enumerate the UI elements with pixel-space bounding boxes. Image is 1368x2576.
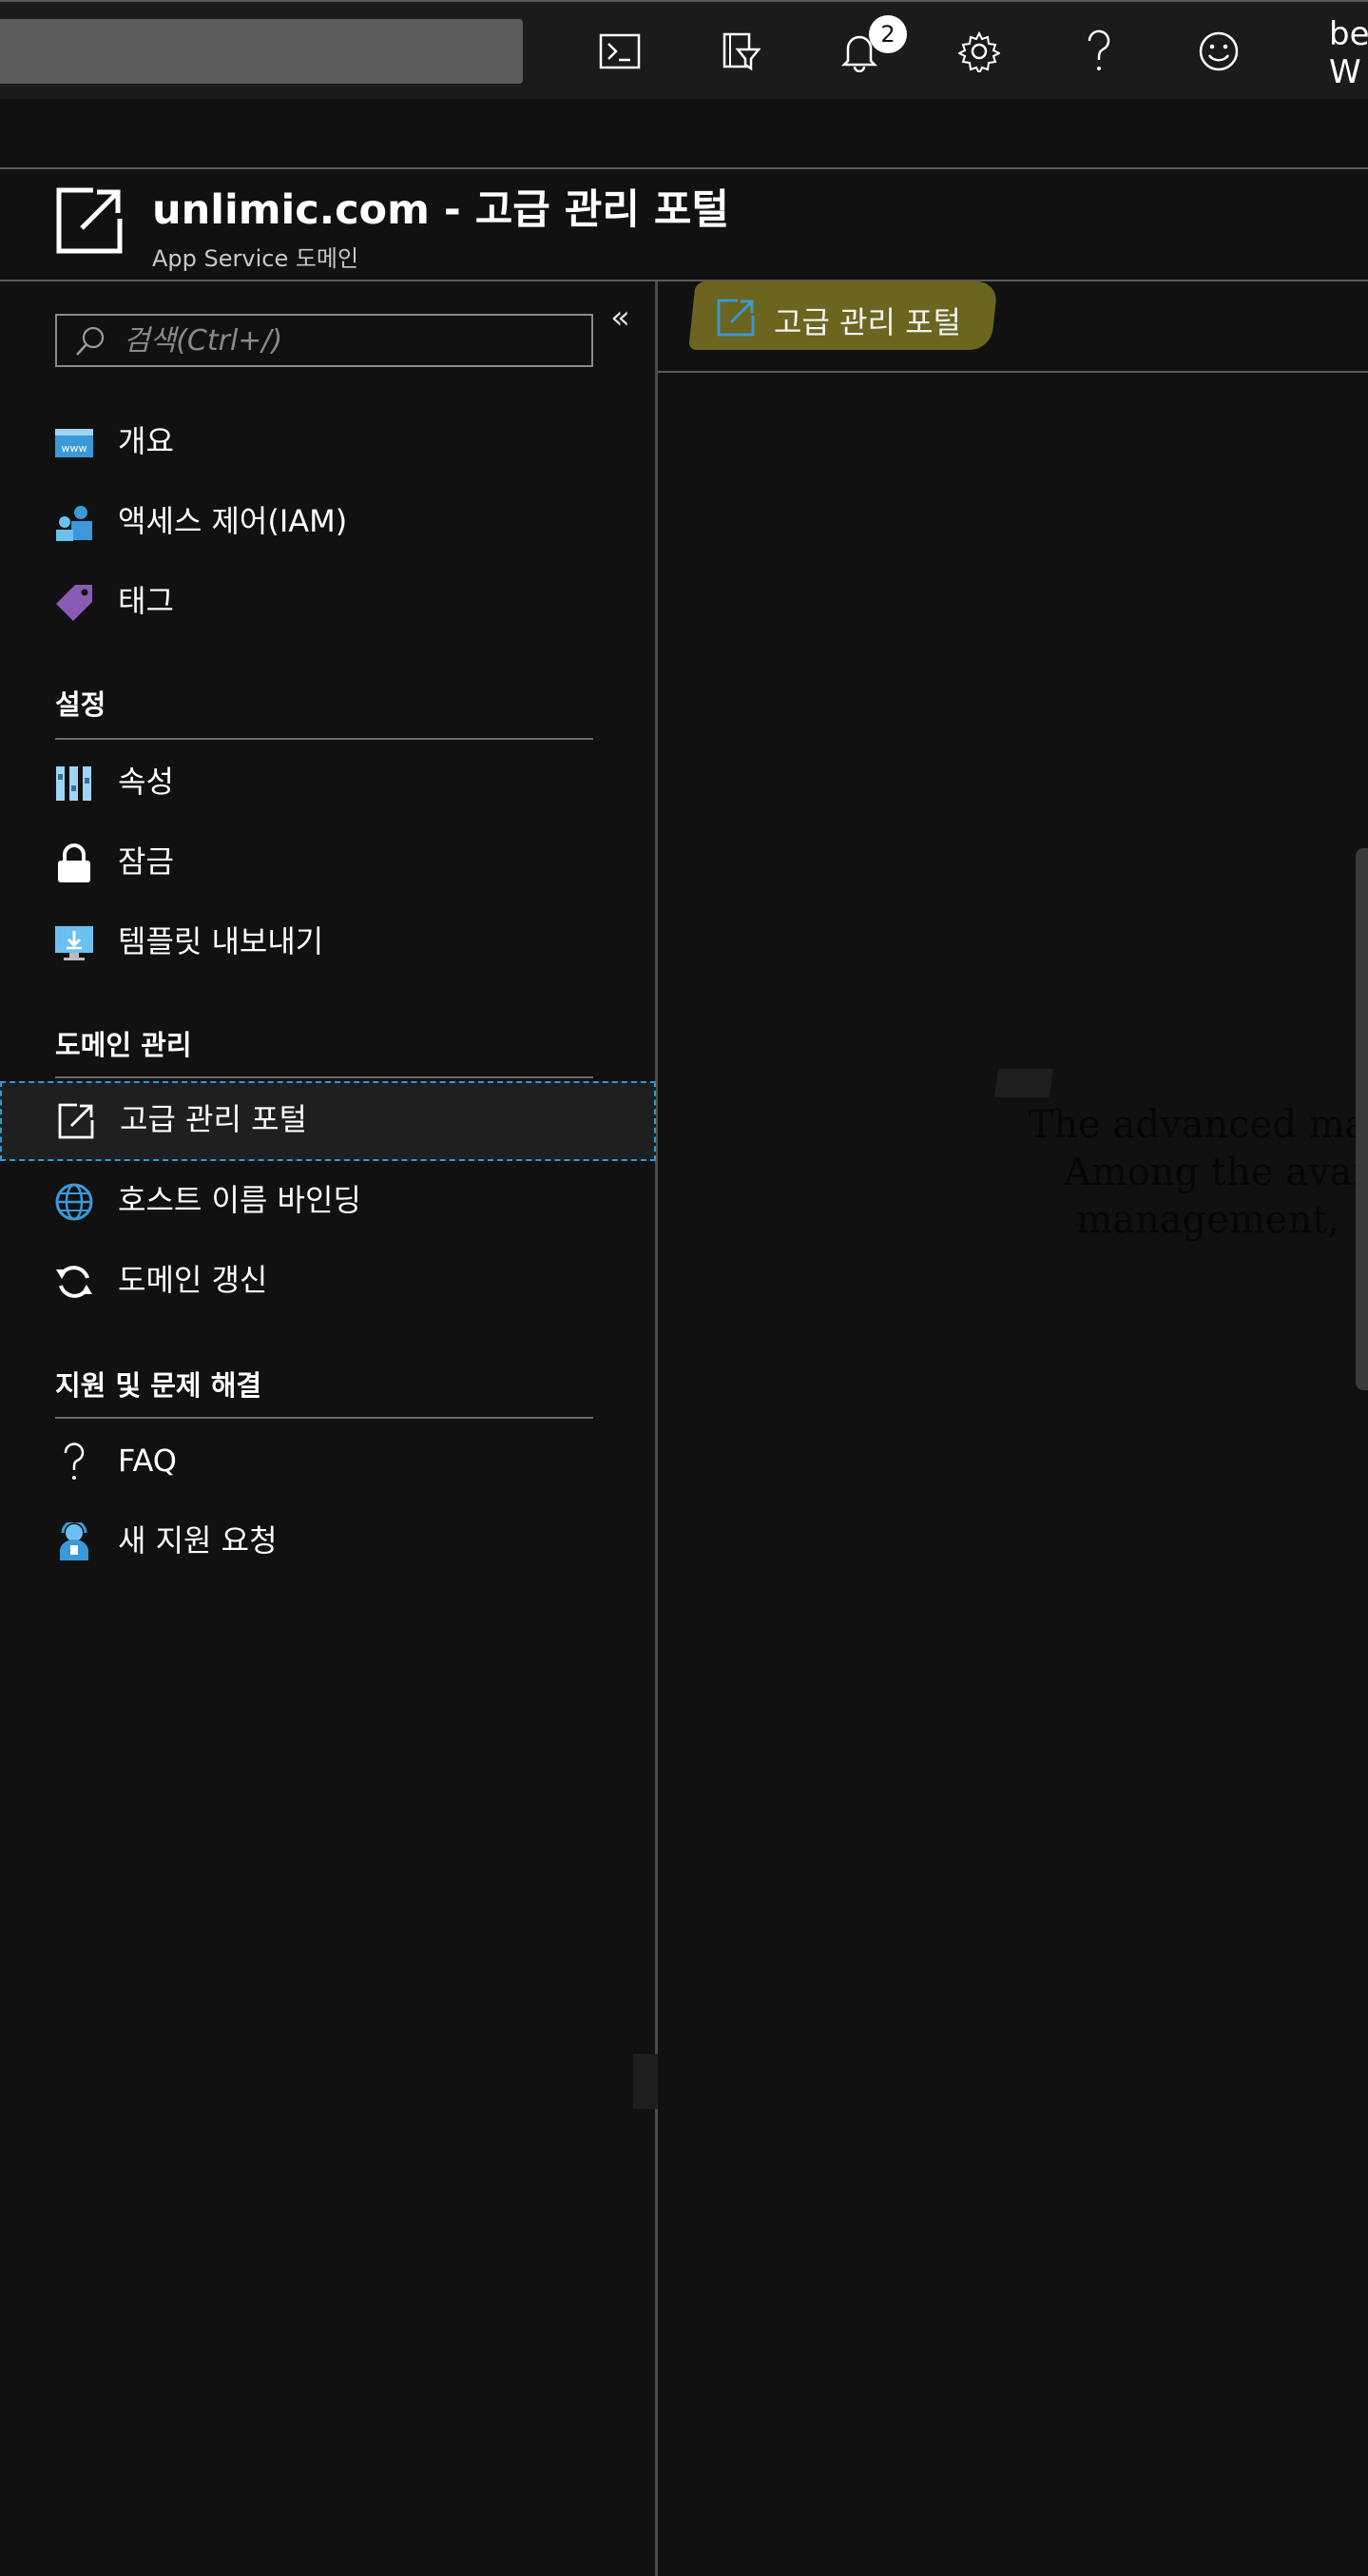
message-line: management, [1076, 1198, 1339, 1242]
menu-item-label: 태그 [118, 583, 174, 619]
section-divider [55, 738, 593, 740]
menu-item-faq[interactable]: FAQ [0, 1423, 656, 1499]
menu-item-label: 템플릿 내보내기 [118, 923, 324, 959]
menu-item-label: FAQ [118, 1443, 177, 1479]
menu-item-label: 액세스 제어(IAM) [118, 503, 348, 539]
section-settings-heading: 설정 [55, 688, 106, 721]
menu-item-tags[interactable]: 태그 [0, 563, 656, 639]
question-icon [53, 1442, 95, 1483]
menu-item-overview[interactable]: www 개요 [0, 403, 656, 479]
menu-item-new-support-request[interactable]: 새 지원 요청 [0, 1502, 656, 1579]
notification-count-badge: 2 [869, 15, 907, 53]
menu-item-domain-renewal[interactable]: 도메인 갱신 [0, 1242, 656, 1318]
section-divider [55, 1076, 593, 1078]
svg-text:www: www [62, 442, 87, 455]
external-link-icon [55, 186, 124, 259]
dialog-edge [1356, 848, 1368, 1390]
toolbar-button-label: 고급 관리 포털 [774, 304, 961, 340]
top-bar: 2 be W [0, 0, 1368, 99]
user-account-name[interactable]: be W [1329, 15, 1368, 91]
menu-item-label: 새 지원 요청 [118, 1522, 278, 1559]
page-title: unlimic.com - 고급 관리 포털 [152, 186, 729, 234]
section-domain-heading: 도메인 관리 [55, 1029, 192, 1061]
external-link-icon [55, 1100, 97, 1142]
splitter-handle[interactable] [633, 2054, 658, 2109]
section-divider [55, 1417, 593, 1419]
menu-item-locks[interactable]: 잠금 [0, 823, 656, 900]
menu-item-hostname-bindings[interactable]: 호스트 이름 바인딩 [0, 1162, 656, 1238]
menu-item-label: 개요 [118, 423, 174, 459]
help-question-icon[interactable] [1061, 19, 1137, 84]
settings-gear-icon[interactable] [941, 19, 1017, 84]
cloud-shell-icon[interactable] [582, 19, 658, 84]
message-line: The advanced management p [1028, 1103, 1368, 1147]
people-iam-icon [53, 502, 95, 544]
menu-item-label: 잠금 [118, 843, 174, 880]
globe-icon [53, 1181, 95, 1223]
directory-filter-icon[interactable] [702, 19, 778, 84]
toolbar-divider [658, 371, 1368, 373]
external-link-icon [717, 299, 755, 340]
menu-item-label: 고급 관리 포털 [120, 1101, 307, 1137]
page-subtitle: App Service 도메인 [152, 245, 359, 272]
refresh-icon [53, 1261, 95, 1303]
advanced-portal-toolbar-button[interactable]: 고급 관리 포털 [688, 281, 998, 350]
menu-search-field[interactable] [55, 314, 593, 367]
menu-item-label: 속성 [118, 764, 174, 800]
menu-search-input[interactable] [124, 316, 580, 365]
feedback-smiley-icon[interactable] [1181, 19, 1257, 84]
breadcrumb-strip [0, 99, 1368, 169]
menu-item-iam[interactable]: 액세스 제어(IAM) [0, 483, 656, 559]
collapse-menu-button[interactable]: « [610, 299, 630, 337]
menu-item-properties[interactable]: 속성 [0, 744, 656, 820]
menu-item-label: 호스트 이름 바인딩 [118, 1182, 361, 1218]
properties-bars-icon [53, 763, 95, 804]
menu-item-advanced-portal[interactable]: 고급 관리 포털 [0, 1081, 656, 1161]
export-template-icon [53, 922, 95, 964]
portal-message: The advanced management p Among the avai… [684, 1094, 1368, 1255]
lock-icon [53, 843, 95, 884]
global-search-box[interactable] [0, 19, 523, 84]
menu-item-label: 도메인 갱신 [118, 1262, 268, 1298]
section-support-heading: 지원 및 문제 해결 [55, 1369, 262, 1402]
search-icon [74, 325, 106, 361]
support-person-icon [53, 1521, 95, 1563]
message-line: Among the available fea [1063, 1151, 1368, 1194]
menu-item-export-template[interactable]: 템플릿 내보내기 [0, 903, 656, 979]
header-divider [0, 280, 1368, 281]
www-overview-icon: www [53, 422, 95, 464]
tag-icon [53, 582, 95, 624]
